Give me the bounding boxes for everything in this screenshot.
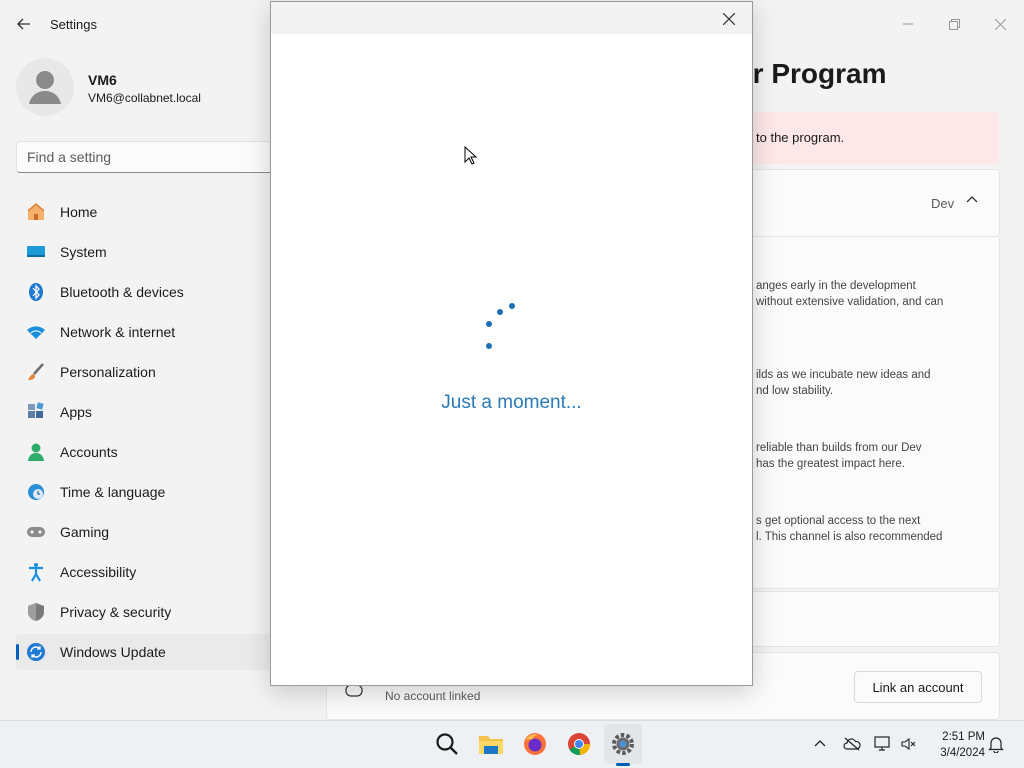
maximize-button[interactable] [931,8,977,40]
close-icon [723,13,735,25]
channel-description: s get optional access to the next l. Thi… [756,515,943,543]
brush-icon [26,362,46,382]
settings-gear-icon[interactable] [610,731,636,757]
spinner-dot [486,321,492,327]
sidebar-item-label: Gaming [60,524,110,540]
close-icon [994,18,1006,30]
search-icon[interactable] [434,731,460,757]
chevron-up-icon[interactable] [811,735,829,753]
avatar[interactable] [16,58,74,116]
sidebar-item-label: Accounts [60,444,118,460]
spinner-dot [509,303,515,309]
sidebar-item-label: Accessibility [60,564,137,580]
clock-globe-icon [26,482,46,502]
search-input[interactable] [17,142,295,172]
close-window-button[interactable] [977,8,1023,40]
bluetooth-icon [26,282,46,302]
loading-message: Just a moment... [441,392,582,413]
volume-muted-icon[interactable] [900,735,918,753]
sign-in-dialog: Just a moment... [270,1,753,686]
sidebar-item-label: Windows Update [60,644,166,660]
sidebar-item-label: Home [60,204,98,220]
clock-date: 3/4/2024 [940,747,985,759]
file-explorer-icon[interactable] [478,731,504,757]
restore-icon [948,18,960,30]
account-status: No account linked [385,689,481,703]
clock-time: 2:51 PM [942,731,985,743]
wifi-icon [26,322,46,342]
apps-icon [26,402,46,422]
loading-spinner [476,297,516,349]
firefox-icon[interactable] [522,731,548,757]
network-icon[interactable] [874,735,892,753]
channel-value: Dev [931,196,955,211]
mouse-cursor-icon [464,146,478,165]
system-clock[interactable]: 2:51 PM 3/4/2024 [925,729,985,761]
update-icon [26,642,46,662]
sidebar-item-label: Personalization [60,364,156,380]
person-icon [29,71,61,104]
spinner-dot [497,309,503,315]
spinner-dot [486,343,492,349]
channel-description: reliable than builds from our Dev has th… [756,442,922,470]
profile-email: VM6@collabnet.local [88,91,201,105]
back-button[interactable] [10,10,38,38]
sidebar-item-label: Network & internet [60,324,176,340]
sidebar-item-label: System [60,244,107,260]
minimize-icon [903,23,913,25]
channel-description: ilds as we incubate new ideas and nd low… [756,369,931,397]
active-app-indicator [616,763,630,766]
accessibility-icon [26,562,46,582]
chevron-up-icon[interactable] [966,194,978,209]
sidebar-item-label: Bluetooth & devices [60,284,184,300]
system-icon [26,242,46,262]
shield-icon [26,602,46,622]
accounts-icon [26,442,46,462]
dialog-close-button[interactable] [716,6,742,32]
notification-bell-icon[interactable] [987,735,1005,753]
sidebar-item-label: Privacy & security [60,604,172,620]
minimize-button[interactable] [885,8,931,40]
warning-text: to the program. [756,130,845,145]
chrome-icon[interactable] [566,731,592,757]
sidebar-item-label: Apps [60,404,92,420]
profile-name: VM6 [88,72,117,88]
sidebar-item-label: Time & language [60,484,166,500]
dialog-header [271,2,752,34]
app-title: Settings [50,17,97,32]
home-icon [26,202,46,222]
channel-description: anges early in the development without e… [756,280,944,308]
taskbar: 2:51 PM 3/4/2024 [0,720,1024,768]
back-arrow-icon [17,18,30,30]
onedrive-offline-icon[interactable] [843,735,861,753]
link-account-button[interactable]: Link an account [854,671,982,703]
search-box[interactable] [16,141,296,173]
gamepad-icon [26,522,46,542]
